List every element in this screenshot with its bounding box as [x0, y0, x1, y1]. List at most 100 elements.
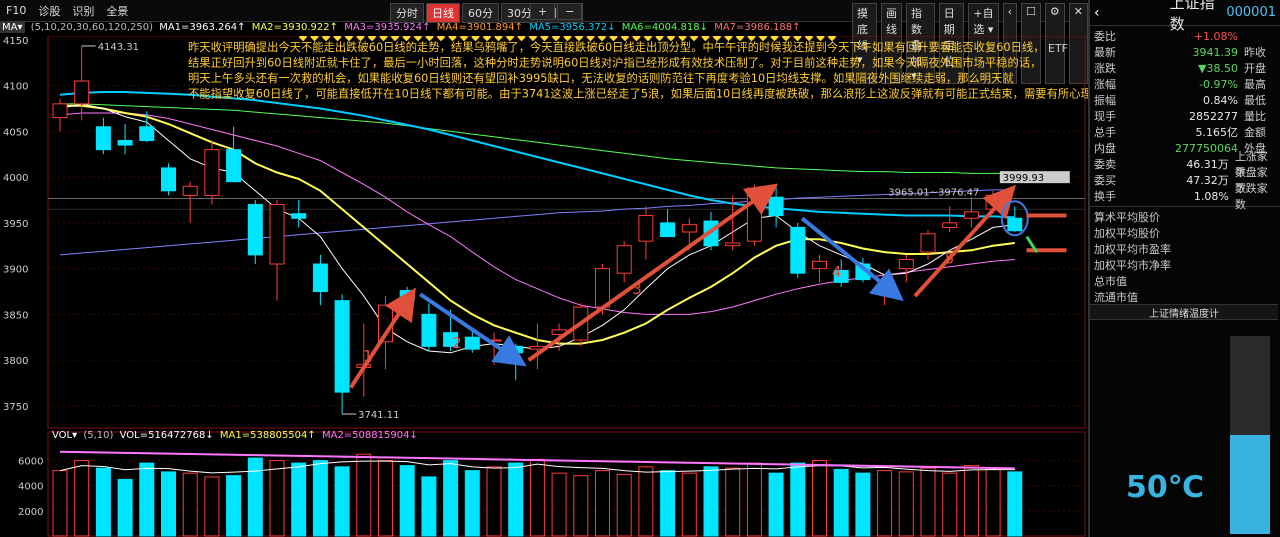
quote-value: 3941.39	[1192, 45, 1239, 59]
ma4-value: MA4=3901.894↑	[436, 22, 523, 33]
volume-bar	[52, 470, 68, 537]
ma10-line	[60, 104, 1015, 345]
zoom-in-button[interactable]: +	[530, 3, 556, 20]
wave-arrow	[527, 183, 779, 362]
vol-tick-label: 2000	[18, 507, 43, 518]
y-tick-label: 4050	[3, 127, 28, 138]
candle-body	[269, 204, 285, 265]
volume-bar	[139, 462, 155, 537]
ma-params: (5,10,20,30,60,120,250)	[30, 22, 153, 33]
volume-bar	[182, 472, 198, 537]
tab-daily[interactable]: 日线	[426, 3, 460, 23]
y-tick-label: 4150	[3, 36, 28, 47]
zoom-out-button[interactable]: −	[557, 3, 583, 20]
volume-bar	[74, 460, 90, 537]
property-item: 加权平均市净率	[1094, 259, 1171, 272]
volume-bar	[812, 460, 827, 537]
quote-key2: 最高	[1244, 78, 1266, 91]
quote-key2: 金额	[1244, 126, 1266, 139]
quote-value: -0.97%	[1199, 77, 1238, 91]
quote-value: 5.165亿	[1195, 126, 1239, 139]
candle-body	[790, 226, 806, 274]
quote-key: 委买	[1094, 174, 1116, 187]
annotation-line: 结果正好回升到60日线附近就卡住了，最后一小时回落，这种分时走势说明60日线对沪…	[188, 56, 1041, 70]
candle-body	[595, 268, 610, 308]
candle-body	[508, 345, 524, 354]
ma7-value: MA7=3986.188↑	[714, 22, 801, 33]
price-box-label: 3999.93	[1003, 173, 1044, 184]
vol-menu[interactable]: VOL▾	[52, 430, 77, 441]
quote-key: 现手	[1094, 110, 1116, 123]
back-icon[interactable]: ‹	[1094, 5, 1100, 21]
ma2-value: MA2=3930.922↑	[251, 22, 338, 33]
volume-bar	[334, 466, 350, 537]
volume-bar	[660, 470, 676, 537]
quote-row: 现手 2852277 量比	[1094, 108, 1276, 124]
quote-key: 委卖	[1094, 158, 1116, 171]
tab-60min[interactable]: 60分	[462, 3, 499, 23]
candle-body	[139, 126, 155, 141]
vol-ma2: MA2=508815904↓	[321, 430, 418, 441]
toolbar-diagnose[interactable]: 诊股	[32, 3, 66, 19]
volume-bar	[595, 470, 610, 537]
index-name: 上证指数	[1169, 0, 1215, 33]
quote-key: 内盘	[1094, 142, 1116, 155]
wave-label: 5	[945, 249, 955, 267]
quote-value: +1.08%	[1193, 29, 1238, 43]
toolbar-identify[interactable]: 识别	[66, 3, 100, 19]
etf-label: ETF	[1048, 42, 1068, 55]
candle-body	[291, 213, 307, 219]
quote-row: 涨幅 -0.97% 最高	[1094, 76, 1276, 92]
volume-bar	[1007, 471, 1023, 537]
wave-label: 2	[452, 334, 462, 352]
volume-bar	[291, 462, 307, 537]
candle-body	[920, 233, 936, 253]
candle-body	[963, 211, 979, 219]
quote-header: ‹ 上证指数 000001	[1090, 0, 1280, 33]
ma-legend: MA▾ (5,10,20,30,60,120,250) MA1=3963.264…	[0, 22, 1088, 36]
toolbar-f10[interactable]: F10	[0, 4, 32, 17]
tab-intraday[interactable]: 分时	[390, 3, 424, 23]
volume-bar	[790, 462, 806, 537]
ma5-value: MA5=3956.372↓	[529, 22, 616, 33]
property-item: 总市值	[1094, 275, 1127, 288]
vol-tick-label: 4000	[18, 482, 43, 493]
volume-bar	[855, 472, 871, 537]
quote-key2: 量比	[1244, 110, 1266, 123]
candle-body	[226, 149, 242, 183]
volume-bar	[768, 472, 784, 537]
volume-bar	[421, 476, 437, 537]
ma-menu[interactable]: MA▾	[0, 22, 25, 33]
wave-label: 1	[363, 347, 373, 365]
quote-value: 47.32万	[1186, 174, 1229, 187]
toolbar-panorama[interactable]: 全景	[100, 3, 134, 19]
volume-bar	[616, 473, 632, 537]
quote-key2: 下跌家数	[1234, 182, 1268, 211]
quote-value: 277750064	[1175, 141, 1238, 155]
candle-body	[681, 224, 697, 233]
quote-key: 涨幅	[1094, 78, 1116, 91]
volume-bar	[963, 465, 979, 537]
volume-bar	[529, 458, 545, 537]
volume-bar	[312, 460, 328, 537]
y-tick-label: 3750	[3, 402, 28, 413]
top-toolbar: F10 诊股 识别 全景 分时 日线 60分 30分 周线 ▾ + − 摸底线 …	[0, 0, 1088, 84]
property-list: 算术平均股价 加权平均股价 加权平均市盈率 加权平均市净率 总市值 流通市值	[1090, 209, 1280, 305]
sentiment-fill	[1230, 435, 1270, 534]
property-item: 流通市值	[1094, 291, 1138, 304]
volume-bar	[508, 462, 524, 537]
quote-row: 振幅 0.84% 最低	[1094, 92, 1276, 108]
volume-bar	[573, 475, 589, 537]
sentiment-gauge	[1230, 336, 1270, 534]
low-label: 3741.11	[358, 410, 399, 421]
wave-label: 3	[632, 280, 642, 298]
quote-value: 46.31万	[1186, 158, 1229, 171]
kline-chart[interactable]: 4150 4100 4050 4000 3950 3900 3850 3800 3750 6000…	[0, 36, 1088, 537]
ma6-value: MA6=4004.818↓	[621, 22, 708, 33]
sentiment-value: 50℃	[1126, 470, 1205, 505]
vol-legend: VOL▾ (5,10) VOL=516472768↓ MA1=538805504…	[52, 430, 421, 441]
volume-bar	[725, 467, 741, 537]
quote-row: 委比 +1.08%	[1094, 28, 1276, 44]
volume-bar	[551, 472, 567, 537]
gap-label: 3965.01~3976.47	[888, 188, 979, 199]
